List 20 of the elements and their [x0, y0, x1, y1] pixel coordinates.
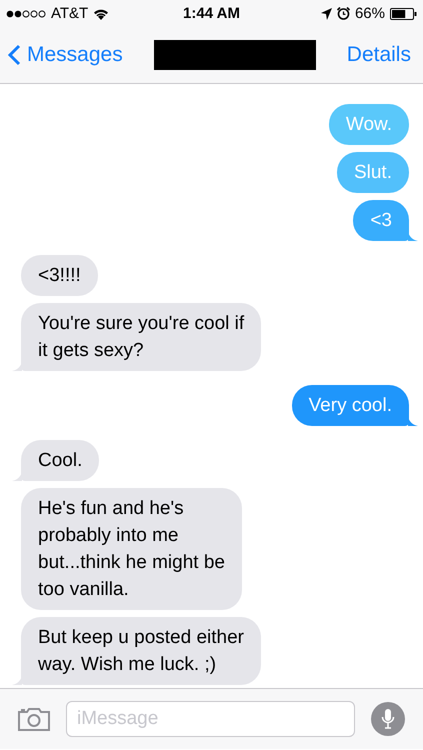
received-message: But keep u posted either way. Wish me luck. ;)	[12, 617, 261, 685]
sent-message: Very cool.	[292, 385, 418, 426]
details-button[interactable]: Details	[346, 43, 411, 67]
sent-message: <3	[353, 200, 418, 241]
chevron-left-icon	[8, 44, 21, 66]
signal-icon	[6, 8, 46, 20]
clock-time: 1:44 AM	[183, 5, 240, 22]
received-message: You're sure you're cool if it gets sexy?	[12, 303, 262, 371]
back-button[interactable]: Messages	[8, 43, 123, 67]
battery-percent: 66%	[354, 5, 385, 22]
camera-icon[interactable]	[18, 707, 50, 731]
microphone-button[interactable]	[371, 702, 405, 736]
alarm-clock-icon	[336, 7, 350, 20]
received-message: Cool.	[12, 440, 100, 481]
wifi-icon	[93, 8, 110, 20]
battery-icon	[390, 8, 417, 20]
location-arrow-icon	[320, 8, 332, 20]
message-input-field[interactable]: iMessage	[66, 701, 355, 737]
microphone-icon	[381, 708, 395, 730]
carrier-name: AT&T	[51, 5, 88, 22]
